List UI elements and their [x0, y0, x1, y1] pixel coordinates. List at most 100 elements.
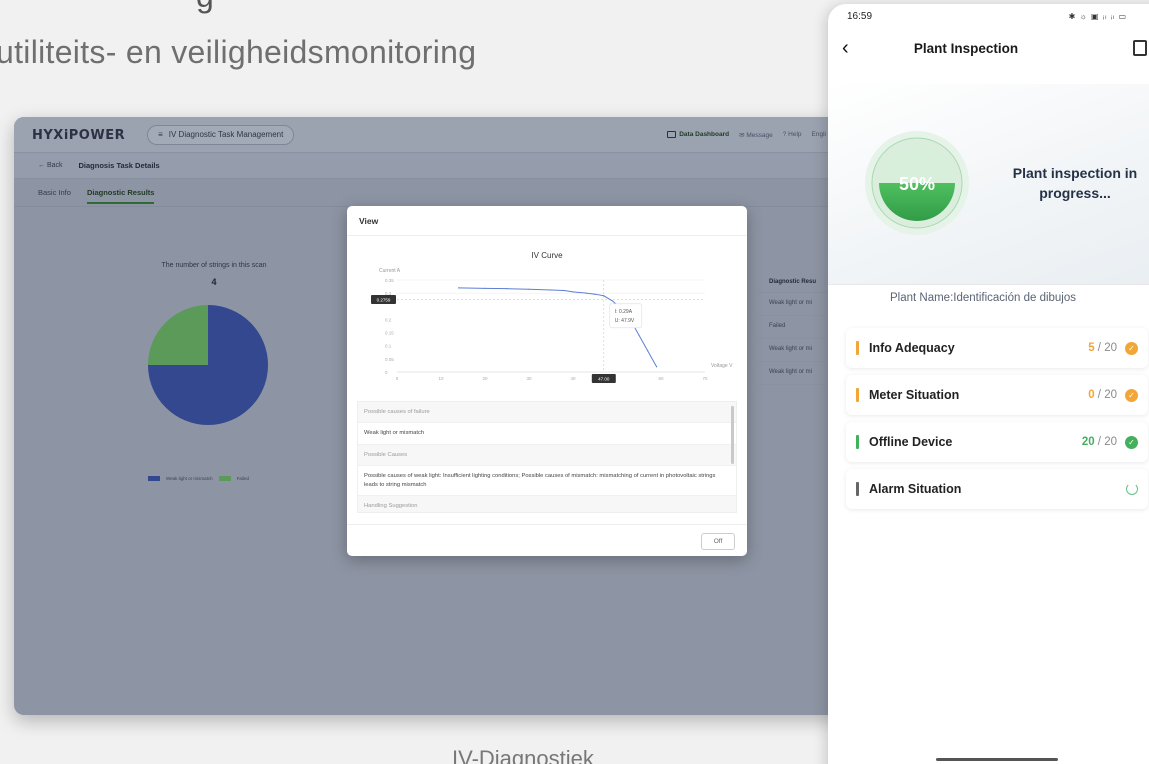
- inspection-item-meter-situation[interactable]: Meter Situation 0 / 20 ✓: [846, 375, 1148, 415]
- item-score: 20 / 20: [1082, 436, 1117, 448]
- x-tick-label: 70: [702, 376, 708, 381]
- tooltip-current: I: 0.29A: [615, 309, 633, 315]
- legend-label-failed[interactable]: Failed: [237, 476, 249, 481]
- item-score: 0 / 20: [1088, 389, 1117, 401]
- language-link[interactable]: Engli: [812, 131, 826, 138]
- item-accent-bar: [856, 388, 859, 402]
- document-icon[interactable]: [1133, 40, 1147, 56]
- iv-curve-point: [563, 289, 565, 292]
- item-score-total: / 20: [1094, 389, 1117, 401]
- view-modal: View IV Curve Current A Voltage V 0.35 0.3 0.…: [347, 206, 747, 556]
- inspection-hero: 50% Plant inspection in progress...: [828, 84, 1149, 284]
- item-accent-bar: [856, 482, 859, 496]
- dashboard-icon: [667, 131, 677, 138]
- item-label: Meter Situation: [869, 388, 960, 402]
- iv-curve-point: [572, 291, 574, 293]
- dashboard-label: Data Dashboard: [679, 131, 730, 138]
- item-score-value: 20: [1081, 436, 1095, 448]
- iv-curve-point: [638, 334, 640, 336]
- message-label: Message: [746, 131, 773, 139]
- iv-curve-point: [647, 350, 649, 352]
- iv-curve-point: [585, 292, 587, 294]
- page-heading-fragment: g: [196, 0, 214, 15]
- item-label: Offline Device: [869, 435, 953, 449]
- inspection-item-info-adequacy[interactable]: Info Adequacy 5 / 20 ✓: [846, 328, 1148, 368]
- iv-curve-svg: IV CurveCurrent AVoltage V0.350.30.20.15…: [371, 251, 733, 383]
- x-tick-label: 20: [482, 376, 488, 381]
- y-tick-label: 0.15: [385, 331, 394, 336]
- iv-curve-point: [603, 295, 605, 297]
- message-link[interactable]: ✉ Message: [739, 131, 773, 139]
- menu-icon: ≡: [158, 130, 163, 139]
- phone-status-bar: 16:59 ✱ ☼ ▣ ᵢₗ ᵢₗ ▭: [828, 4, 1149, 28]
- x-tick-label: 0: [396, 376, 399, 381]
- loading-spinner-icon: [1126, 483, 1138, 495]
- causes-label-handling: Handling Suggestion: [358, 495, 736, 512]
- inspection-item-alarm-situation[interactable]: Alarm Situation: [846, 469, 1148, 509]
- help-label: Help: [788, 131, 802, 138]
- y-tick-label: 0.05: [385, 357, 394, 362]
- x-axis-label: Voltage V: [711, 363, 733, 369]
- y-tick-label: 0.2: [385, 317, 392, 322]
- x-tick-label: 10: [438, 376, 444, 381]
- y-tick-label: 0: [385, 370, 388, 375]
- legend-swatch-failed: [218, 476, 231, 481]
- tab-basic-info[interactable]: Basic Info: [38, 188, 71, 197]
- pie-slice-failed[interactable]: [148, 305, 208, 365]
- gauge-label: 50%: [899, 174, 935, 194]
- crosshair-y-label: 0.2759: [377, 297, 391, 302]
- module-label: IV Diagnostic Task Management: [168, 130, 284, 139]
- causes-value-failure: Weak light or mismatch: [358, 423, 736, 445]
- home-indicator[interactable]: [936, 758, 1058, 761]
- module-menu-button[interactable]: ≡ IV Diagnostic Task Management: [147, 124, 295, 145]
- item-score-total: / 20: [1094, 436, 1117, 448]
- strings-count: 4: [211, 277, 217, 287]
- phone-title: Plant Inspection: [913, 40, 1019, 56]
- iv-curve-point: [612, 300, 614, 302]
- causes-scrollbar[interactable]: [731, 406, 734, 464]
- legend-label-weak[interactable]: Weak light or mismatch: [166, 476, 213, 481]
- data-dashboard-link[interactable]: Data Dashboard: [667, 131, 729, 138]
- inspection-status-text: Plant inspection in progress...: [1012, 165, 1138, 201]
- check-icon: ✓: [1125, 388, 1138, 402]
- check-icon: ✓: [1125, 341, 1138, 355]
- pie-legend: Weak light or mismatch Failed: [148, 476, 249, 481]
- logo: HYXiPOWER: [32, 126, 125, 144]
- crosshair-x-label: 47.00: [598, 377, 610, 382]
- y-tick-label: 0.35: [385, 278, 394, 283]
- top-links: Data Dashboard ✉ Message ? Help Engli: [667, 131, 826, 139]
- tab-diagnostic-results[interactable]: Diagnostic Results: [86, 188, 155, 204]
- iv-curve-point: [458, 287, 460, 289]
- y-tick-label: 0.1: [385, 344, 392, 349]
- page-heading: utiliteits- en veiligheidsmonitoring: [0, 34, 477, 70]
- causes-label-possible: Possible Causes: [358, 444, 736, 467]
- inspection-item-offline-device[interactable]: Offline Device 20 / 20 ✓: [846, 422, 1148, 462]
- iv-curve-point: [484, 287, 486, 290]
- help-link[interactable]: ? Help: [783, 131, 802, 138]
- iv-curve-point: [594, 293, 596, 295]
- item-score-total: / 20: [1094, 342, 1117, 354]
- back-link[interactable]: ← Back: [38, 162, 63, 169]
- tooltip-box: [609, 303, 643, 329]
- modal-title: View: [347, 206, 747, 236]
- causes-value-possible: Possible causes of weak light: Insuffici…: [358, 466, 736, 496]
- iv-curve-point: [506, 288, 508, 290]
- x-tick-label: 30: [526, 376, 532, 381]
- x-tick-label: 60: [658, 376, 664, 381]
- iv-curve-point: [656, 366, 658, 368]
- legend-swatch-weak: [148, 476, 160, 481]
- desktop-window: HYXiPOWER ≡ IV Diagnostic Task Managemen…: [14, 117, 844, 715]
- item-label: Alarm Situation: [869, 482, 962, 496]
- iv-curve-point: [550, 289, 552, 291]
- logo-text: HYXiPOWER: [32, 127, 126, 143]
- iv-curve-chart: IV Curve Current A Voltage V 0.35 0.3 0.2 0.15…: [355, 244, 739, 394]
- page-title: Diagnosis Task Details: [78, 161, 160, 170]
- inspection-list: Info Adequacy 5 / 20 ✓ Meter Situation 0…: [846, 328, 1148, 516]
- phone-nav-bar: ‹ Plant Inspection: [828, 28, 1149, 68]
- strings-title: The number of strings in this scan: [161, 262, 267, 269]
- status-icons: ✱ ☼ ▣ ᵢₗ ᵢₗ ▭: [1068, 11, 1127, 21]
- status-time: 16:59: [847, 10, 873, 22]
- off-button[interactable]: Off: [701, 533, 735, 550]
- breadcrumb: ← Back Diagnosis Task Details: [14, 153, 844, 179]
- y-axis-label: Current A: [379, 268, 401, 274]
